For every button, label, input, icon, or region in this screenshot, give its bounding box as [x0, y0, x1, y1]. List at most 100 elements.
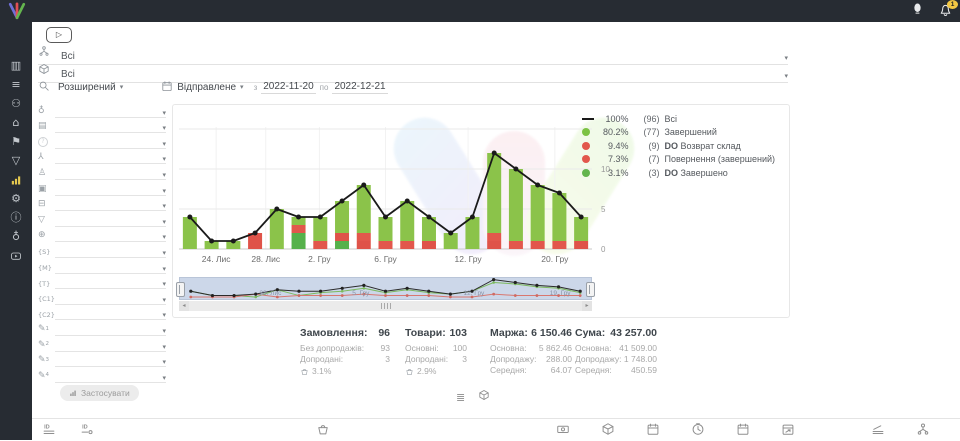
layers-icon[interactable]: [871, 422, 885, 436]
brand-logo[interactable]: [6, 2, 28, 20]
filter-row-help: ?▾: [38, 133, 166, 149]
sitemap-icon: [38, 44, 52, 62]
main-sidebar: ▥≡⚇⌂ ⚑ ▽ ⚙ ⓘ♁: [0, 22, 32, 440]
payment-icon[interactable]: [556, 422, 570, 436]
legend-label: Повернення (завершений): [664, 154, 775, 164]
legend-percent: 80.2%: [598, 127, 628, 137]
sidebar-item-funnels[interactable]: ▽: [0, 151, 32, 170]
source-filter-select[interactable]: Всі ▾: [38, 47, 788, 65]
scroll-left-icon[interactable]: ◂: [179, 301, 189, 311]
sitemap-icon[interactable]: [916, 422, 930, 436]
filter-row-manager: ♙▾: [38, 164, 166, 180]
legend-label: Всі: [664, 114, 677, 124]
navigator-right-handle[interactable]: [586, 282, 595, 297]
stat-value: 6 150.46: [528, 327, 572, 339]
filter-select-utm-source[interactable]: ▾: [55, 245, 166, 258]
chevron-down-icon: ▾: [120, 84, 124, 91]
calendar-sent-icon[interactable]: [736, 422, 750, 436]
product-icon[interactable]: [601, 422, 615, 436]
filter-select-geo[interactable]: ▾: [55, 105, 166, 118]
bar-segment: [292, 225, 306, 233]
scrollbar-grip[interactable]: [381, 303, 391, 309]
calendar-created-icon[interactable]: [646, 422, 660, 436]
filter-select-note-4[interactable]: ▾: [55, 370, 166, 383]
utm-term-icon: {T}: [38, 281, 55, 290]
stat-title: Сума:: [575, 327, 605, 339]
orders-id-icon[interactable]: [42, 422, 56, 436]
chevron-down-icon: ▾: [162, 266, 166, 273]
notifications-bell-icon[interactable]: 1: [938, 3, 954, 19]
chevron-down-icon: ▾: [162, 203, 166, 210]
search-icon[interactable]: [38, 80, 50, 95]
line-point: [383, 215, 388, 220]
filter-select-utm-term[interactable]: ▾: [55, 276, 166, 289]
filter-select-note-2[interactable]: ▾: [55, 339, 166, 352]
sidebar-item-dashboard[interactable]: ▥: [0, 56, 32, 75]
sidebar-item-orders[interactable]: ≡: [0, 75, 32, 94]
bar-segment: [487, 241, 501, 249]
line-point: [340, 199, 345, 204]
bar-segment: [574, 241, 588, 249]
date-to-input[interactable]: 2022-12-21: [332, 81, 387, 94]
bar-segment: [552, 193, 566, 241]
svg-text:20. Гру: 20. Гру: [541, 254, 569, 264]
filter-select-product[interactable]: ▾: [55, 183, 166, 196]
list-view-toggle[interactable]: ≣: [456, 392, 465, 403]
filter-select-help[interactable]: ▾: [55, 136, 166, 149]
filter-select-payment[interactable]: ▾: [55, 198, 166, 211]
sidebar-item-video-tutorials[interactable]: [0, 246, 32, 265]
chart-range-navigator[interactable]: 28. Лис5. Гру12. Гру19. Гру: [179, 277, 592, 300]
products-view-toggle[interactable]: [478, 388, 490, 406]
date-from-input[interactable]: 2022-11-20: [261, 81, 315, 94]
filter-select-utm-medium[interactable]: ▾: [55, 261, 166, 274]
filter-row-geo: ♁▾: [38, 102, 166, 118]
funnel-icon: ▽: [38, 216, 55, 227]
legend-item[interactable]: 80.2%(77)Завершений: [582, 126, 775, 140]
legend-item[interactable]: 100%(96)Всі: [582, 112, 775, 126]
sidebar-item-clients[interactable]: ⚇: [0, 94, 32, 113]
structure-icon: ⅄: [38, 153, 55, 164]
svg-text:28. Лис: 28. Лис: [251, 254, 281, 264]
sidebar-item-marketing[interactable]: ⚑: [0, 132, 32, 151]
apply-filters-button[interactable]: Застосувати: [60, 385, 139, 401]
time-icon[interactable]: [691, 422, 705, 436]
line-point: [426, 215, 431, 220]
theme-bulb-icon[interactable]: [910, 1, 925, 21]
chart-plot[interactable]: 051024. Лис28. Лис2. Гру6. Гру12. Гру20.…: [175, 113, 627, 270]
summary-stats: Замовлення:96Без допродажів:93Допродані:…: [300, 327, 710, 385]
calendar-export-icon[interactable]: [781, 422, 795, 436]
filter-select-note-1[interactable]: ▾: [55, 323, 166, 336]
line-point: [405, 199, 410, 204]
sidebar-item-warehouse[interactable]: ⌂: [0, 113, 32, 132]
marketing-icon: ⚑: [11, 136, 21, 147]
legend-item[interactable]: 9.4%(9)DO Возврат склад: [582, 139, 775, 153]
date-field-select[interactable]: Відправлене: [177, 82, 236, 93]
sidebar-item-statistics[interactable]: [0, 170, 32, 189]
stat-sub-label: Середня:: [490, 365, 527, 376]
filter-select-custom-field-1[interactable]: ▾: [55, 292, 166, 305]
filter-select-manager[interactable]: ▾: [55, 167, 166, 180]
video-help-button[interactable]: ▷: [46, 27, 72, 43]
filter-select-note-3[interactable]: ▾: [55, 354, 166, 367]
settings-icon: ⚙: [11, 193, 21, 204]
bar-segment: [335, 241, 349, 249]
basket-icon: [405, 367, 414, 376]
filter-select-status-group[interactable]: ▾: [55, 120, 166, 133]
sidebar-item-settings[interactable]: ⚙: [0, 189, 32, 208]
filter-select-custom-field-2[interactable]: ▾: [55, 307, 166, 320]
legend-item[interactable]: 3.1%(3)DO Завершено: [582, 166, 775, 180]
line-point: [209, 239, 214, 244]
filter-select-structure[interactable]: ▾: [55, 151, 166, 164]
search-mode-select[interactable]: Розширений: [58, 82, 116, 93]
chart-scrollbar[interactable]: ◂ ▸: [179, 301, 592, 311]
basket-icon[interactable]: [316, 422, 330, 436]
filter-select-funnel[interactable]: ▾: [55, 214, 166, 227]
filter-select-source[interactable]: ▾: [55, 229, 166, 242]
navigator-left-handle[interactable]: [176, 282, 185, 297]
legend-item[interactable]: 7.3%(7)Повернення (завершений): [582, 153, 775, 167]
leads-id-icon[interactable]: [80, 422, 94, 436]
sidebar-item-integrations[interactable]: ♁: [0, 227, 32, 246]
scroll-right-icon[interactable]: ▸: [582, 301, 592, 311]
scrollbar-track[interactable]: [189, 301, 582, 311]
sidebar-item-help[interactable]: ⓘ: [0, 208, 32, 227]
